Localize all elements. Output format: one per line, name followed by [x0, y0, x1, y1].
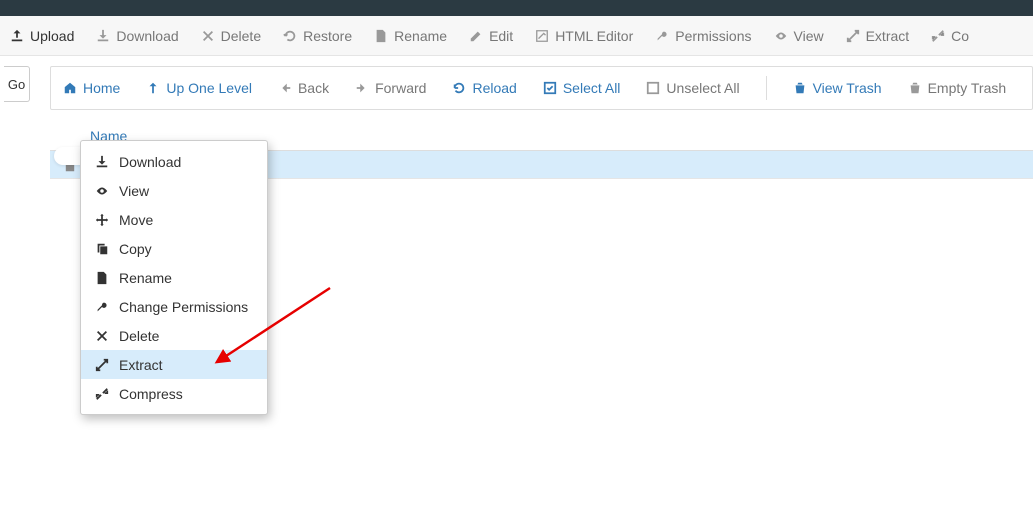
- view-trash-label: View Trash: [813, 80, 882, 96]
- download-button[interactable]: Download: [96, 28, 178, 44]
- ctx-extract-label: Extract: [119, 357, 163, 373]
- download-icon: [95, 155, 109, 169]
- ctx-download[interactable]: Download: [81, 147, 267, 176]
- home-label: Home: [83, 80, 120, 96]
- move-icon: [95, 213, 109, 227]
- key-icon: [655, 29, 669, 43]
- rename-label: Rename: [394, 28, 447, 44]
- upload-label: Upload: [30, 28, 74, 44]
- reload-icon: [452, 81, 466, 95]
- trash-empty-icon: [908, 81, 922, 95]
- compress-icon: [931, 29, 945, 43]
- home-button[interactable]: Home: [63, 80, 120, 96]
- restore-icon: [283, 29, 297, 43]
- nav-toolbar: Home Up One Level Back Forward Reload Se…: [50, 66, 1033, 110]
- up-one-level-label: Up One Level: [166, 80, 252, 96]
- main-toolbar: e Upload Download Delete Restore Rename …: [0, 16, 1033, 56]
- go-button[interactable]: Go: [4, 66, 30, 102]
- home-icon: [63, 81, 77, 95]
- ctx-delete[interactable]: Delete: [81, 321, 267, 350]
- compress-label-stub: Co: [951, 28, 969, 44]
- ctx-compress[interactable]: Compress: [81, 379, 267, 408]
- ctx-copy[interactable]: Copy: [81, 234, 267, 263]
- ctx-delete-label: Delete: [119, 328, 159, 344]
- window-titlebar: [0, 0, 1033, 16]
- ctx-move[interactable]: Move: [81, 205, 267, 234]
- forward-label: Forward: [375, 80, 426, 96]
- forward-icon: [355, 81, 369, 95]
- up-one-level-button[interactable]: Up One Level: [146, 80, 252, 96]
- upload-icon: [10, 29, 24, 43]
- permissions-label: Permissions: [675, 28, 751, 44]
- reload-label: Reload: [472, 80, 516, 96]
- html-editor-icon: [535, 29, 549, 43]
- delete-icon: [95, 329, 109, 343]
- reload-button[interactable]: Reload: [452, 80, 516, 96]
- ctx-compress-label: Compress: [119, 386, 183, 402]
- empty-trash-button[interactable]: Empty Trash: [908, 80, 1007, 96]
- ctx-extract[interactable]: Extract: [81, 350, 267, 379]
- ctx-rename-label: Rename: [119, 270, 172, 286]
- download-label: Download: [116, 28, 178, 44]
- select-all-button[interactable]: Select All: [543, 80, 621, 96]
- view-label: View: [794, 28, 824, 44]
- view-trash-button[interactable]: View Trash: [793, 80, 882, 96]
- toolbar-divider: [766, 76, 767, 100]
- back-label: Back: [298, 80, 329, 96]
- upload-button[interactable]: Upload: [10, 28, 74, 44]
- ctx-rename[interactable]: Rename: [81, 263, 267, 292]
- extract-label: Extract: [866, 28, 910, 44]
- back-button[interactable]: Back: [278, 80, 329, 96]
- copy-icon: [95, 242, 109, 256]
- file-icon: [95, 271, 109, 285]
- ctx-download-label: Download: [119, 154, 181, 170]
- edit-button[interactable]: Edit: [469, 28, 513, 44]
- ctx-view[interactable]: View: [81, 176, 267, 205]
- permissions-button[interactable]: Permissions: [655, 28, 751, 44]
- file-icon: [374, 29, 388, 43]
- expand-icon: [95, 358, 109, 372]
- level-up-icon: [146, 81, 160, 95]
- key-icon: [95, 300, 109, 314]
- checkbox-empty-icon: [646, 81, 660, 95]
- restore-button[interactable]: Restore: [283, 28, 352, 44]
- ctx-copy-label: Copy: [119, 241, 152, 257]
- unselect-all-button[interactable]: Unselect All: [646, 80, 739, 96]
- delete-icon: [201, 29, 215, 43]
- html-editor-label: HTML Editor: [555, 28, 633, 44]
- html-editor-button[interactable]: HTML Editor: [535, 28, 633, 44]
- context-menu: Download View Move Copy Rename Change Pe…: [80, 140, 268, 415]
- delete-button[interactable]: Delete: [201, 28, 261, 44]
- eye-icon: [95, 184, 109, 198]
- delete-label: Delete: [221, 28, 261, 44]
- select-all-label: Select All: [563, 80, 621, 96]
- ctx-change-permissions-label: Change Permissions: [119, 299, 248, 315]
- edit-label: Edit: [489, 28, 513, 44]
- edit-icon: [469, 29, 483, 43]
- compress-icon: [95, 387, 109, 401]
- checkbox-checked-icon: [543, 81, 557, 95]
- extract-button[interactable]: Extract: [846, 28, 910, 44]
- download-icon: [96, 29, 110, 43]
- view-button[interactable]: View: [774, 28, 824, 44]
- compress-button-stub[interactable]: Co: [931, 28, 969, 44]
- file-listing: Name -web.zip Download View Move Copy Re…: [50, 122, 1033, 179]
- ctx-move-label: Move: [119, 212, 153, 228]
- ctx-view-label: View: [119, 183, 149, 199]
- forward-button[interactable]: Forward: [355, 80, 426, 96]
- empty-trash-label: Empty Trash: [928, 80, 1007, 96]
- trash-icon: [793, 81, 807, 95]
- rename-button[interactable]: Rename: [374, 28, 447, 44]
- back-icon: [278, 81, 292, 95]
- restore-label: Restore: [303, 28, 352, 44]
- expand-icon: [846, 29, 860, 43]
- eye-icon: [774, 29, 788, 43]
- ctx-change-permissions[interactable]: Change Permissions: [81, 292, 267, 321]
- unselect-all-label: Unselect All: [666, 80, 739, 96]
